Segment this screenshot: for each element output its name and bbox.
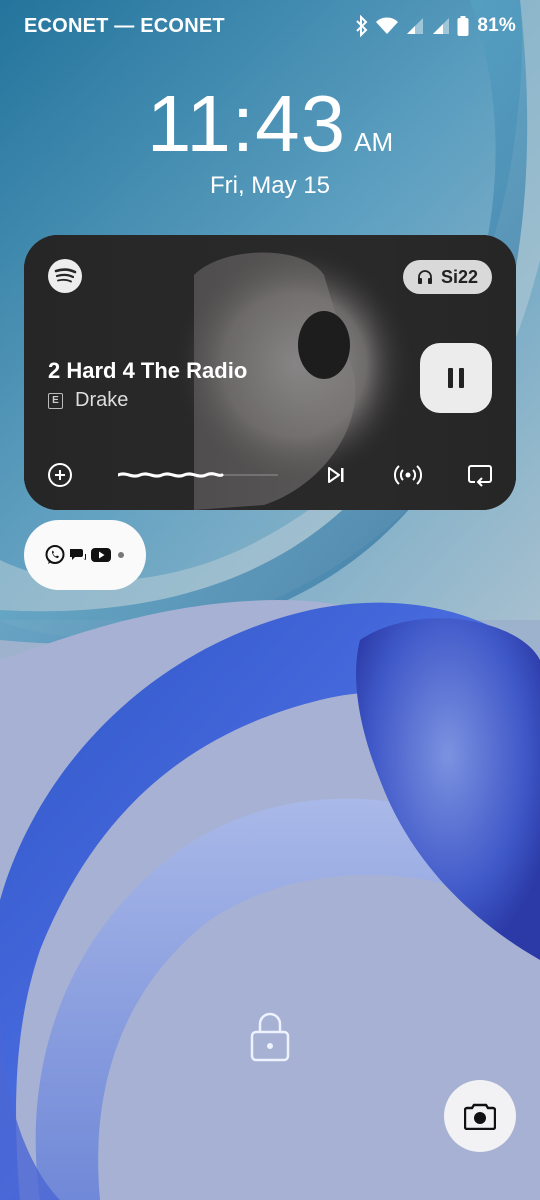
add-to-library-button[interactable]: [44, 459, 76, 491]
track-title: 2 Hard 4 The Radio: [48, 358, 248, 383]
status-bar: ECONET — ECONET 81%: [0, 0, 540, 52]
explicit-badge: E: [48, 392, 63, 409]
media-player-card[interactable]: Si22 2 Hard 4 The Radio E Drake: [24, 235, 516, 510]
lockscreen-clock: 11:43 AM: [0, 78, 540, 170]
signal-icon: [433, 18, 450, 34]
pause-button[interactable]: [420, 343, 492, 413]
repeat-button[interactable]: [464, 459, 496, 491]
status-icons: 81%: [355, 15, 516, 37]
youtube-icon: [91, 548, 111, 562]
artist-name: Drake: [75, 389, 129, 411]
seekbar[interactable]: [118, 470, 278, 480]
add-icon: [48, 463, 72, 487]
carrier-label: ECONET — ECONET: [24, 14, 225, 37]
artist-row: E Drake: [48, 389, 128, 412]
repeat-icon: [468, 465, 492, 487]
more-dot-icon: [118, 552, 124, 558]
skip-next-button[interactable]: [320, 459, 352, 491]
device-name: Si22: [440, 266, 478, 287]
media-controls: [24, 459, 516, 491]
skip-next-icon: [328, 467, 344, 483]
signal-icon: [407, 18, 424, 34]
bluetooth-icon: [356, 15, 368, 37]
headphones-icon: [417, 270, 432, 284]
camera-shortcut-button[interactable]: [444, 1080, 516, 1152]
spotify-icon: [48, 259, 82, 293]
wifi-icon: [376, 17, 399, 34]
camera-icon: [464, 1103, 496, 1130]
broadcast-button[interactable]: [392, 459, 424, 491]
clock-ampm: AM: [354, 127, 394, 157]
whatsapp-icon: [45, 545, 65, 564]
messages-icon: [70, 549, 86, 560]
pause-icon: [448, 368, 464, 388]
notification-icons-pill[interactable]: [24, 520, 146, 590]
battery-icon: [457, 16, 469, 36]
battery-percent: 81%: [477, 15, 516, 36]
lockscreen-date: Fri, May 15: [209, 172, 331, 199]
lock-icon: [250, 1012, 290, 1062]
broadcast-icon: [394, 465, 422, 485]
clock-time: 11:43: [146, 79, 347, 168]
output-device-chip[interactable]: Si22: [402, 260, 492, 294]
